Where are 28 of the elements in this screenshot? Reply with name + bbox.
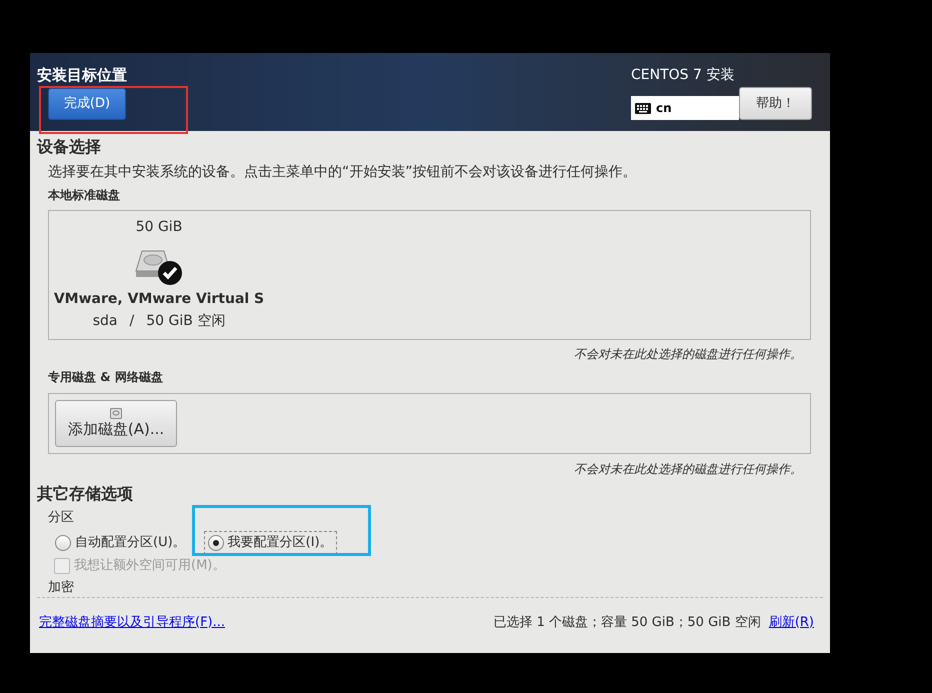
add-disk-button[interactable]: 添加磁盘(A)... bbox=[55, 400, 177, 447]
disk-item[interactable]: 50 GiB VMware, VMware Virtual S sda / 50 GiB 空闲 bbox=[49, 211, 269, 339]
selection-status: 已选择 1 个磁盘；容量 50 GiB；50 GiB 空闲 bbox=[493, 614, 761, 632]
disk-summary-link[interactable]: 完整磁盘摘要以及引导程序(F)... bbox=[39, 612, 226, 632]
disk-size: 50 GiB bbox=[136, 218, 182, 237]
subsection-heading: 加密 bbox=[48, 580, 75, 596]
separator-text: / bbox=[129, 312, 134, 331]
subsection-heading: 分区 bbox=[48, 509, 75, 527]
disk-name: VMware, VMware Virtual S bbox=[54, 290, 264, 309]
section-heading: 设备选择 bbox=[37, 136, 102, 158]
description-text: 选择要在其中安装系统的设备。点击主菜单中的“开始安装”按钮前不会对该设备进行任何操作。 bbox=[48, 163, 638, 181]
done-button[interactable]: 完成(D) bbox=[48, 88, 126, 120]
help-button[interactable]: 帮助！ bbox=[739, 87, 812, 120]
subsection-heading: 专用磁盘 & 网络磁盘 bbox=[48, 369, 164, 385]
product-title: CENTOS 7 安装 bbox=[631, 66, 734, 85]
partitioning-radio[interactable]: 自动配置分区(U)。 bbox=[51, 531, 190, 555]
disk-note: 不会对未在此处选择的磁盘进行任何操作。 bbox=[574, 346, 802, 362]
subsection-heading: 本地标准磁盘 bbox=[48, 187, 121, 203]
keyboard-layout-value: cn bbox=[656, 100, 672, 117]
page-title: 安装目标位置 bbox=[37, 65, 127, 85]
keyboard-icon bbox=[635, 102, 651, 114]
partitioning-radio[interactable]: 我要配置分区(I)。 bbox=[204, 531, 337, 555]
disk-note: 不会对未在此处选择的磁盘进行任何操作。 bbox=[574, 461, 802, 477]
section-heading: 其它存储选项 bbox=[37, 483, 134, 505]
disk-free-space: 50 GiB 空闲 bbox=[146, 312, 226, 331]
refresh-link[interactable]: 刷新(R) bbox=[768, 612, 814, 632]
keyboard-layout-field[interactable]: cn bbox=[631, 96, 739, 120]
disk-device: sda bbox=[92, 312, 118, 331]
